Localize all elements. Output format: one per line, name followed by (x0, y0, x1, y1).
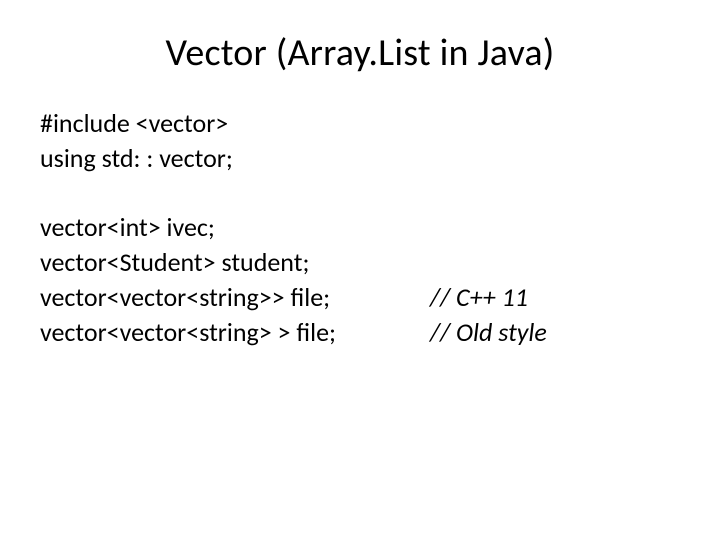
code-row: vector<vector<string>> file; // C++ 11 (40, 280, 680, 315)
code-line: vector<Student> student; (40, 245, 680, 280)
code-line: vector<int> ivec; (40, 210, 680, 245)
code-comment: // C++ 11 (430, 280, 680, 315)
code-line: vector<vector<string> > file; (40, 315, 430, 350)
code-line: using std: : vector; (40, 141, 680, 176)
slide: Vector (Array.List in Java) #include <ve… (0, 0, 720, 540)
code-line: vector<vector<string>> file; (40, 280, 430, 315)
slide-body: #include <vector> using std: : vector; v… (40, 106, 680, 351)
slide-title: Vector (Array.List in Java) (40, 30, 680, 76)
code-block-includes: #include <vector> using std: : vector; (40, 106, 680, 176)
code-block-declarations: vector<int> ivec; vector<Student> studen… (40, 210, 680, 350)
code-line: #include <vector> (40, 106, 680, 141)
code-comment: // Old style (430, 315, 680, 350)
code-row: vector<vector<string> > file; // Old sty… (40, 315, 680, 350)
